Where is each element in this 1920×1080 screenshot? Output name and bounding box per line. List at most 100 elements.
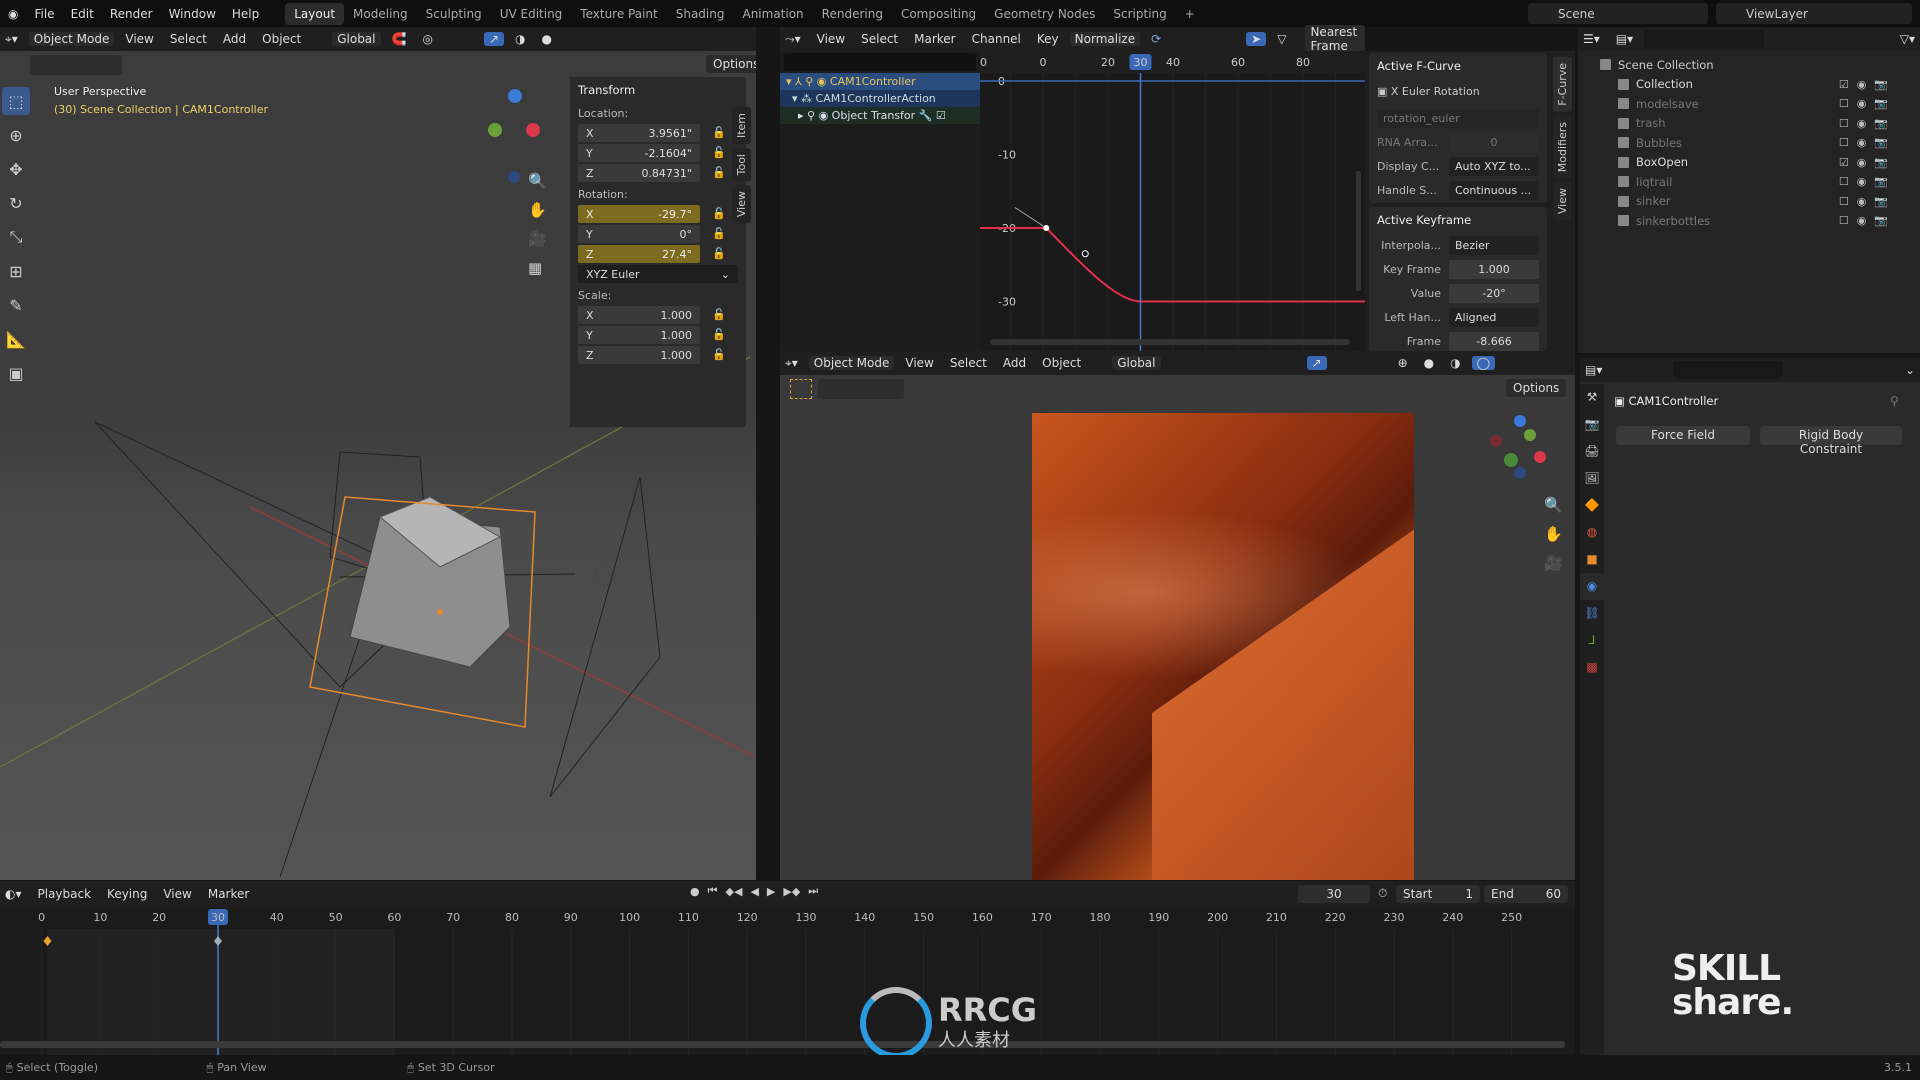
move-tool-icon[interactable]: ✥ [2,155,30,183]
tab-tool[interactable]: Tool [732,148,751,182]
editor-type-icon[interactable]: ⌖▾ [0,32,23,47]
tab-modeling[interactable]: Modeling [344,3,417,25]
exclude-checkbox[interactable]: ☐ [1839,136,1849,149]
menu-render[interactable]: Render [102,7,161,21]
options-dropdown[interactable]: Options [1506,379,1567,397]
start-frame-field[interactable]: Start 1 [1396,885,1480,903]
tab-view[interactable]: View [1553,181,1572,221]
options-dropdown[interactable]: Options [706,55,756,73]
zoom-icon[interactable]: 🔍 [1544,491,1563,520]
tab-compositing[interactable]: Compositing [892,3,985,25]
scale-tool-icon[interactable]: ⤡ [2,223,30,251]
visibility-eye-icon[interactable]: ◉ [1857,175,1867,188]
render-camera-icon[interactable]: 📷 [1874,136,1888,149]
display-mode-icon[interactable]: ▤▾ [1611,32,1638,46]
lock-icon[interactable]: 🔓 [712,348,726,361]
menu-view[interactable]: View [900,356,938,370]
select-box-tool-icon[interactable]: ⬚ [2,87,30,115]
channel-object[interactable]: ▾ ⅄ ⚲ ◉ CAM1Controller [780,73,980,90]
channel-search-input[interactable] [784,53,976,71]
timeline-track[interactable]: 0 10 20 30 40 50 60 70 80 90 100 110 120 130 140 150 160… [0,907,1575,1055]
pin-icon[interactable]: ⚲ [1890,394,1899,408]
mode-dropdown[interactable]: Object Mode [808,356,895,370]
shading-material-icon[interactable]: ◑ [1445,356,1465,370]
mode-dropdown[interactable]: Object Mode [28,32,115,46]
location-x-field[interactable]: X 3.9561" 🔓 [578,124,726,142]
camera-viewport[interactable]: ⌖▾ Object Mode View Select Add Object Gl… [780,351,1575,880]
normalize-toggle[interactable]: Normalize [1069,32,1141,46]
current-frame-field[interactable]: 30 [1298,885,1370,903]
exclude-checkbox[interactable]: ☐ [1839,117,1849,130]
display-color-dropdown[interactable]: Auto XYZ to... [1449,156,1539,176]
channel-group[interactable]: ▸ ⚲ ◉ Object Transfor 🔧 ☑ [780,107,980,124]
lock-icon[interactable]: 🔓 [712,247,726,260]
render-tab-icon[interactable]: 📷 [1580,411,1604,438]
menu-object[interactable]: Object [257,32,306,46]
play-reverse-icon[interactable]: ◀ [750,885,758,898]
tab-item[interactable]: Item [732,107,751,145]
vertical-scrollbar[interactable] [1356,171,1361,291]
tab-texture-paint[interactable]: Texture Paint [571,3,666,25]
constraints-tab-icon[interactable]: ⛓ [1580,600,1604,627]
render-camera-icon[interactable]: 📷 [1874,97,1888,110]
add-cube-tool-icon[interactable]: ▣ [2,359,30,387]
rotation-z-field[interactable]: Z 27.4° 🔓 [578,245,726,263]
tab-animation[interactable]: Animation [733,3,812,25]
lock-icon[interactable]: 🔓 [712,328,726,341]
end-frame-field[interactable]: End 60 [1484,885,1568,903]
menu-key[interactable]: Key [1032,32,1064,46]
visibility-eye-icon[interactable]: ◉ [1857,117,1867,130]
menu-keying[interactable]: Keying [102,887,152,901]
menu-edit[interactable]: Edit [63,7,102,21]
timeline-type-icon[interactable]: ◐▾ [0,887,27,901]
view-layer-tab-icon[interactable]: 🖼 [1580,465,1604,492]
gizmo-toggle-icon[interactable]: ↗ [1306,356,1327,370]
location-z-field[interactable]: Z 0.84731" 🔓 [578,164,726,182]
editor-type-icon[interactable]: ⌖▾ [780,356,803,371]
cursor-tool-icon[interactable]: ⊕ [2,121,30,149]
scale-y-field[interactable]: Y 1.000 🔓 [578,326,726,344]
graph-editor-type-icon[interactable]: ⤳▾ [780,32,806,47]
lock-icon[interactable]: 🔓 [712,207,726,220]
menu-channel[interactable]: Channel [967,32,1026,46]
tab-geometry-nodes[interactable]: Geometry Nodes [985,3,1104,25]
render-camera-icon[interactable]: 📷 [1874,195,1888,208]
outliner-search-input[interactable] [1644,30,1765,48]
properties-type-icon[interactable]: ▤▾ [1580,363,1607,377]
force-field-button[interactable]: Force Field [1616,426,1750,445]
menu-add[interactable]: Add [218,32,251,46]
menu-object[interactable]: Object [1037,356,1086,370]
rotation-y-field[interactable]: Y 0° 🔓 [578,225,726,243]
render-camera-icon[interactable]: 📷 [1874,78,1888,91]
tab-f-curve[interactable]: F-Curve [1553,57,1572,112]
menu-marker[interactable]: Marker [909,32,960,46]
jump-end-icon[interactable]: ⏭ [808,884,818,898]
tool-tab-icon[interactable]: ⚒ [1580,384,1604,411]
visibility-eye-icon[interactable]: ◉ [1857,136,1867,149]
menu-select[interactable]: Select [945,356,992,370]
left-handle-dropdown[interactable]: Aligned [1449,307,1539,327]
menu-help[interactable]: Help [224,7,267,21]
render-camera-icon[interactable]: 📷 [1874,214,1888,227]
render-camera-icon[interactable]: 📷 [1874,175,1888,188]
visibility-eye-icon[interactable]: ◉ [1857,97,1867,110]
visibility-eye-icon[interactable]: ◉ [1857,156,1867,169]
shading-wire-icon[interactable]: ⊕ [1393,356,1413,370]
output-tab-icon[interactable]: 🖨 [1580,438,1604,465]
shading-solid-icon[interactable]: ● [536,32,556,46]
outliner-item[interactable]: trash ☐ ◉ 📷 [1600,114,1920,134]
tab-shading[interactable]: Shading [667,3,734,25]
tab-layout[interactable]: Layout [285,2,345,25]
outliner-item[interactable]: modelsave ☐ ◉ 📷 [1600,94,1920,114]
scene-selector[interactable]: Scene [1528,3,1708,24]
tab-rendering[interactable]: Rendering [813,3,892,25]
proportional-edit-icon[interactable]: ◎ [417,32,437,46]
prev-keyframe-icon[interactable]: ◆◀ [726,885,743,898]
visibility-eye-icon[interactable]: ◉ [1857,78,1867,91]
rotate-tool-icon[interactable]: ↻ [2,189,30,217]
add-workspace-button[interactable]: + [1176,3,1204,25]
overlay-icon[interactable]: ◑ [510,32,530,46]
render-camera-icon[interactable]: 📷 [1874,117,1888,130]
measure-tool-icon[interactable]: 📐 [2,325,30,353]
record-icon[interactable]: ● [690,885,700,898]
